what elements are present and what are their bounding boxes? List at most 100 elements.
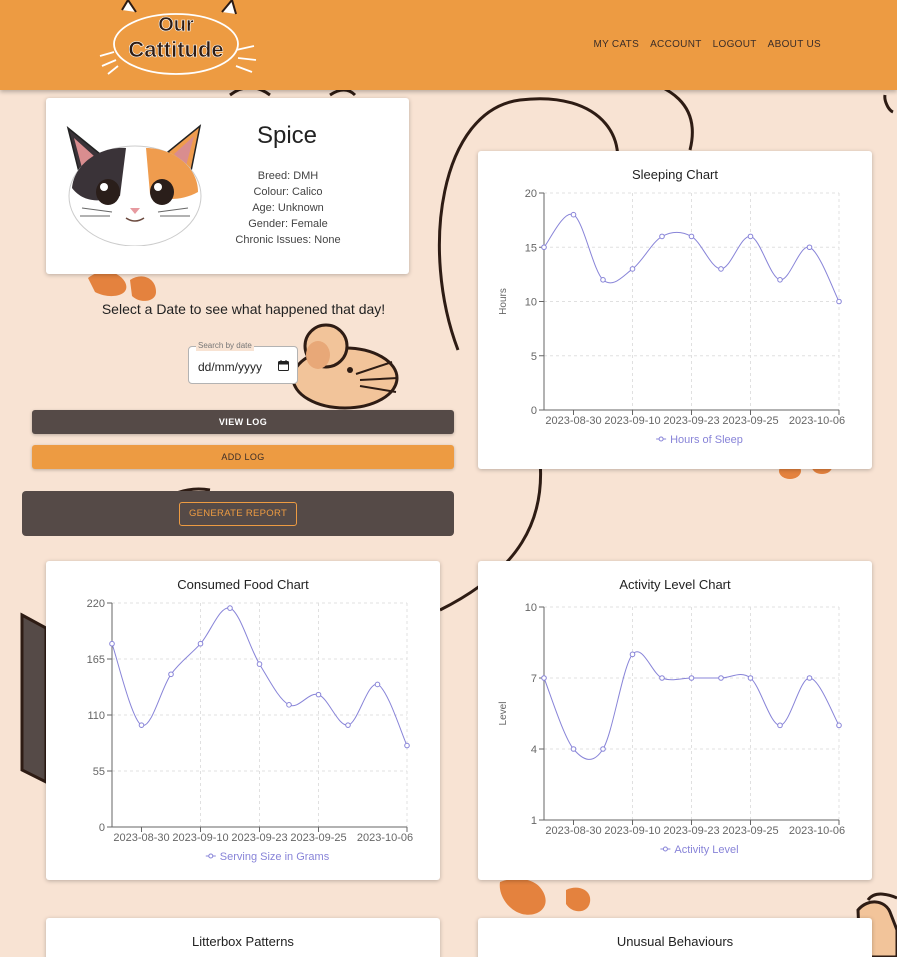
data-point <box>688 675 695 681</box>
data-point <box>600 277 606 283</box>
series-line <box>543 213 840 302</box>
data-point <box>286 702 292 708</box>
generate-report-button[interactable]: GENERATE REPORT <box>179 502 297 526</box>
legend-icon <box>662 846 668 852</box>
unusual-behaviours-title: Unusual Behaviours <box>616 934 734 949</box>
activity-chart: 147102023-08-30 2023-09-10 2023-09-23 2023-… <box>498 602 845 856</box>
data-point <box>836 298 842 305</box>
data-point <box>777 722 783 729</box>
date-prompt: Select a Date to see what happened that … <box>101 301 386 317</box>
view-log-button[interactable]: VIEW LOG <box>32 410 454 434</box>
unusual-behaviours-card: Unusual Behaviours <box>478 918 872 957</box>
data-point <box>168 671 174 678</box>
cat-gender: Gender: Female <box>248 218 328 230</box>
nav-logout[interactable]: LOGOUT <box>713 39 757 50</box>
y-tick-label: 15 <box>525 242 537 254</box>
y-tick-label: 20 <box>525 188 537 200</box>
cat-profile-card: Spice Breed: DMH Colour: Calico Age: Unk… <box>46 98 409 274</box>
legend-label: Activity Level <box>674 844 738 856</box>
svg-text:Cattitude: Cattitude <box>128 37 223 62</box>
x-tick-label: 2023-09-25 <box>290 832 346 844</box>
y-tick-label: 7 <box>531 673 537 685</box>
svg-text:Our: Our <box>158 14 194 36</box>
sleeping-chart: 051015202023-08-30 2023-09-10 2023-09-23 20… <box>498 188 845 446</box>
data-point <box>659 233 665 240</box>
y-tick-label: 10 <box>525 297 537 309</box>
date-field-label: Search by date <box>196 341 254 351</box>
x-tick-label: 2023-09-23 <box>231 832 287 844</box>
data-point <box>600 746 606 752</box>
data-point <box>315 691 322 698</box>
nav-about-us[interactable]: ABOUT US <box>768 39 821 50</box>
nav-my-cats[interactable]: MY CATS <box>593 39 639 50</box>
y-tick-label: 55 <box>93 766 105 778</box>
legend-icon <box>658 436 664 442</box>
data-point <box>570 211 577 218</box>
food-chart-card: Consumed Food Chart 0 55 110 165 220 2023-08-… <box>46 561 440 880</box>
header-bar: Our Cattitude MY CATS ACCOUNT LOGOUT ABO… <box>0 0 897 90</box>
data-point <box>197 640 204 647</box>
y-tick-label: 0 <box>531 405 537 417</box>
data-point <box>629 651 636 658</box>
date-search-field[interactable]: Search by date dd/mm/yyyy <box>188 341 298 384</box>
add-log-button[interactable]: ADD LOG <box>32 445 454 469</box>
data-point <box>374 681 381 688</box>
x-tick-label: 2023-08-30 <box>545 825 601 837</box>
data-point <box>659 675 665 681</box>
cat-colour: Colour: Calico <box>253 186 323 198</box>
litterbox-title: Litterbox Patterns <box>192 934 294 949</box>
date-input[interactable]: dd/mm/yyyy <box>198 360 262 374</box>
y-tick-label: 165 <box>87 654 105 666</box>
cat-details: Breed: DMH Colour: Calico Age: Unknown G… <box>220 168 356 248</box>
data-point <box>109 640 115 647</box>
data-point <box>688 233 695 240</box>
y-tick-label: 110 <box>87 710 105 722</box>
x-tick-label: 2023-10-06 <box>789 415 845 427</box>
litterbox-card: Litterbox Patterns <box>46 918 440 957</box>
data-point <box>836 722 842 729</box>
data-point <box>570 746 577 752</box>
data-point <box>629 266 636 272</box>
y-tick-label: 10 <box>525 602 537 614</box>
data-point <box>138 722 145 728</box>
logo[interactable]: Our Cattitude <box>96 0 258 82</box>
data-point <box>541 244 547 251</box>
x-tick-label: 2023-09-10 <box>604 825 660 837</box>
report-panel: GENERATE REPORT <box>22 491 454 536</box>
top-nav: MY CATS ACCOUNT LOGOUT ABOUT US <box>593 39 821 50</box>
activity-chart-card: Activity Level Chart 1 4 7 10 2023-08-30 2023… <box>478 561 872 880</box>
x-tick-label: 2023-10-06 <box>357 832 413 844</box>
y-tick-label: 0 <box>99 822 105 834</box>
x-tick-label: 2023-09-23 <box>663 415 719 427</box>
mouse-illustration <box>291 323 399 410</box>
x-tick-label: 2023-09-10 <box>604 415 660 427</box>
data-point <box>345 722 351 728</box>
y-axis-label: Level <box>498 702 509 726</box>
sleeping-chart-card: Sleeping Chart 0 5 10 15 20 2023-08-30 2023-09… <box>478 151 872 469</box>
x-tick-label: 2023-09-23 <box>663 825 719 837</box>
y-tick-label: 4 <box>531 744 537 756</box>
data-point <box>777 277 783 283</box>
x-tick-label: 2023-09-10 <box>172 832 228 844</box>
legend-icon <box>208 853 214 859</box>
data-point <box>404 742 410 749</box>
calendar-icon[interactable] <box>278 360 289 371</box>
y-tick-label: 220 <box>87 598 105 610</box>
cat-name: Spice <box>256 122 318 149</box>
x-tick-label: 2023-09-25 <box>722 415 778 427</box>
y-tick-label: 5 <box>531 351 537 363</box>
x-tick-label: 2023-08-30 <box>545 415 601 427</box>
data-point <box>718 266 724 272</box>
data-point <box>541 675 547 681</box>
data-point <box>747 675 754 681</box>
cat-avatar <box>66 124 202 246</box>
y-tick-label: 1 <box>531 815 537 827</box>
cat-breed: Breed: DMH <box>257 170 319 182</box>
nav-account[interactable]: ACCOUNT <box>650 39 702 50</box>
data-point <box>718 675 724 681</box>
x-tick-label: 2023-08-30 <box>113 832 169 844</box>
legend-label: Serving Size in Grams <box>220 851 330 863</box>
data-point <box>227 605 233 611</box>
food-chart: 0551101652202023-08-30 2023-09-10 2023-09-… <box>87 598 414 863</box>
data-point <box>256 661 263 667</box>
